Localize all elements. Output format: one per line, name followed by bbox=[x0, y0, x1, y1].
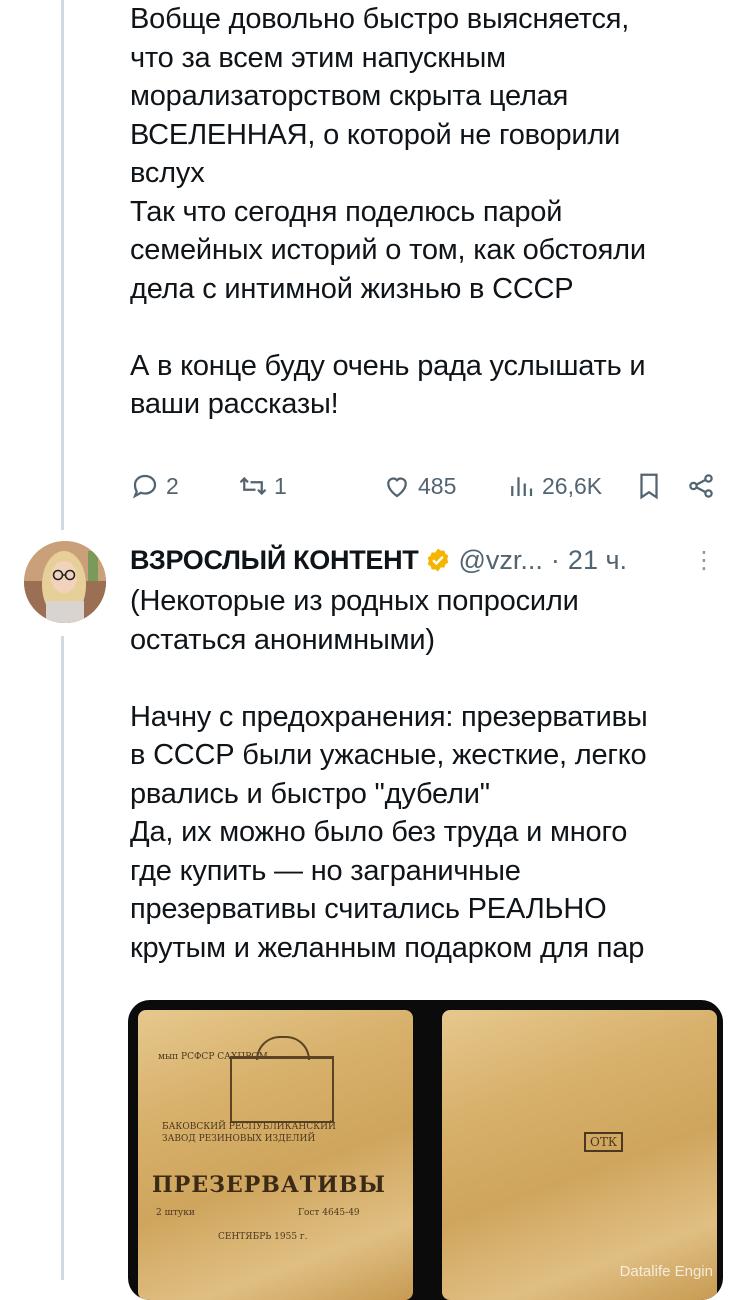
thread-connector-line bbox=[61, 0, 64, 530]
packet-qty: 2 штуки bbox=[156, 1208, 195, 1218]
like-button[interactable]: 485 bbox=[382, 471, 504, 501]
packet-gost: Гост 4645-49 bbox=[298, 1208, 360, 1218]
views-count: 26,6K bbox=[542, 472, 603, 499]
verified-badge-icon bbox=[427, 548, 448, 572]
retweet-icon bbox=[239, 476, 267, 496]
factory-building-icon bbox=[230, 1056, 334, 1123]
separator-dot: · bbox=[550, 544, 560, 575]
packet-title: ПРЕЗЕРВАТИВЫ bbox=[152, 1172, 386, 1198]
views-icon bbox=[511, 477, 533, 496]
like-icon bbox=[387, 477, 407, 498]
bookmark-button[interactable] bbox=[634, 471, 664, 501]
bookmark-icon bbox=[640, 473, 658, 500]
packet-date: СЕНТЯБРЬ 1955 г. bbox=[218, 1232, 308, 1242]
thread-connector-line bbox=[61, 636, 64, 1280]
tweet-actions-bar: 2 1 485 26,6K bbox=[130, 466, 717, 506]
tweet-text: Вобще довольно быстро выясняется, что за… bbox=[130, 3, 646, 420]
user-handle[interactable]: @vzr... bbox=[459, 545, 543, 576]
tweet-text: (Некоторые из родных попросили остаться … bbox=[130, 585, 648, 964]
more-options-icon[interactable]: ⋮ bbox=[692, 546, 717, 575]
packet-factory-line1: БАКОВСКИЙ РЕСПУБЛИКАНСКИЙ bbox=[162, 1122, 336, 1132]
condom-packet-back-image: ОТК bbox=[442, 1010, 717, 1300]
retweet-button[interactable]: 1 bbox=[238, 471, 358, 501]
packet-factory-line2: ЗАВОД РЕЗИНОВЫХ ИЗДЕЛИЙ bbox=[162, 1134, 316, 1144]
display-name[interactable]: ВЗРОСЛЫЙ КОНТЕНТ bbox=[130, 545, 419, 576]
retweet-count: 1 bbox=[274, 472, 287, 499]
share-icon bbox=[689, 474, 713, 498]
otk-stamp: ОТК bbox=[584, 1132, 624, 1152]
tweet-media-image[interactable]: мып РСФСР САХПРОМ БАКОВСКИЙ РЕСПУБЛИКАНС… bbox=[128, 1000, 723, 1300]
condom-packet-front-image: мып РСФСР САХПРОМ БАКОВСКИЙ РЕСПУБЛИКАНС… bbox=[138, 1010, 413, 1300]
views-button[interactable]: 26,6K bbox=[506, 471, 634, 501]
reply-button[interactable]: 2 bbox=[130, 471, 240, 501]
watermark-text: Datalife Engin bbox=[619, 1263, 713, 1280]
avatar-portrait-icon bbox=[24, 541, 106, 623]
like-count: 485 bbox=[418, 472, 457, 499]
reply-icon bbox=[132, 474, 157, 499]
avatar[interactable] bbox=[24, 541, 106, 623]
tweet-header: ВЗРОСЛЫЙ КОНТЕНТ @vzr... · 21 ч. ⋮ bbox=[130, 540, 717, 580]
tweet-timestamp[interactable]: 21 ч. bbox=[568, 545, 627, 576]
reply-count: 2 bbox=[166, 472, 179, 499]
share-button[interactable] bbox=[686, 471, 716, 501]
